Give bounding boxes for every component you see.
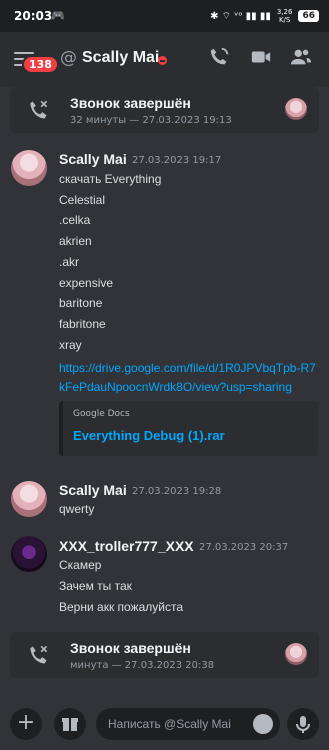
message-line: akrien <box>59 234 92 248</box>
embed-title[interactable]: Everything Debug (1).rar <box>73 428 225 443</box>
at-icon: @ <box>60 48 77 68</box>
message-line: baritone <box>59 296 103 310</box>
message-input[interactable]: Написать @Scally Mai <box>96 708 280 740</box>
avatar[interactable] <box>11 150 47 186</box>
message-line: скачать Everything <box>59 172 162 186</box>
avatar[interactable] <box>11 536 47 572</box>
voice-call-icon[interactable] <box>208 46 230 68</box>
message-composer: + Написать @Scally Mai <box>0 700 329 750</box>
message-author[interactable]: XXX_troller777_XXX <box>59 538 194 554</box>
message-line: .celka <box>59 213 91 227</box>
call-ended-card: Звонок завершён 32 минуты — 27.03.2023 1… <box>10 87 319 133</box>
message-link[interactable]: https://drive.google.com/file/d/1R0JPVbq… <box>59 359 319 397</box>
emoji-icon[interactable] <box>253 714 273 734</box>
battery-icon: 66 <box>298 10 319 22</box>
message-line: xray <box>59 338 82 352</box>
message-line: Celestial <box>59 193 106 207</box>
message-timestamp: 27.03.2023 20:37 <box>199 542 289 553</box>
notification-badge: 138 <box>22 55 59 74</box>
message-line: Зачем ты так <box>59 579 132 593</box>
message-line: expensive <box>59 276 114 290</box>
plus-icon[interactable]: + <box>10 708 42 740</box>
avatar <box>285 643 307 665</box>
message-author[interactable]: Scally Mai <box>59 482 127 498</box>
channel-header: 138 @ Scally Mai <box>0 32 329 87</box>
call-ended-icon <box>30 645 48 664</box>
call-ended-card: Звонок завершён минута — 27.03.2023 20:3… <box>10 632 319 678</box>
avatar <box>285 98 307 120</box>
call-title: Звонок завершён <box>70 640 191 656</box>
signal-icons: ✱ ⌔ ᵛᵒ ▮▮ ▮▮ <box>210 10 271 22</box>
video-call-icon[interactable] <box>250 46 272 68</box>
microphone-icon[interactable] <box>287 708 319 740</box>
message-line: Скамер <box>59 558 102 572</box>
link-embed: Google Docs Everything Debug (1).rar <box>59 401 318 456</box>
message-timestamp: 27.03.2023 19:17 <box>132 155 222 166</box>
status-icons: ✱ ⌔ ᵛᵒ ▮▮ ▮▮ 3,26 K/S 66 <box>210 8 319 24</box>
dnd-status-icon <box>158 56 167 65</box>
embed-provider: Google Docs <box>73 409 130 419</box>
network-speed: 3,26 K/S <box>276 8 293 24</box>
call-title: Звонок завершён <box>70 95 191 111</box>
message-input-placeholder: Написать @Scally Mai <box>108 717 231 731</box>
status-bar: 20:03 🎮 ✱ ⌔ ᵛᵒ ▮▮ ▮▮ 3,26 K/S 66 <box>0 0 329 32</box>
message-timestamp: 27.03.2023 19:28 <box>132 486 222 497</box>
members-icon[interactable] <box>290 46 312 68</box>
message-line: fabritone <box>59 317 106 331</box>
gift-icon[interactable] <box>54 708 86 740</box>
gamepad-icon: 🎮 <box>51 9 65 22</box>
call-ended-icon <box>30 100 48 119</box>
message-line: qwerty <box>59 502 95 516</box>
call-subtitle: 32 минуты — 27.03.2023 19:13 <box>70 115 232 126</box>
channel-title[interactable]: Scally Mai <box>82 49 159 67</box>
call-subtitle: минута — 27.03.2023 20:38 <box>70 660 215 671</box>
message-line: Верни акк пожалуйста <box>59 600 184 614</box>
clock: 20:03 <box>14 9 53 23</box>
message-line: .akr <box>59 255 80 269</box>
message-author[interactable]: Scally Mai <box>59 151 127 167</box>
avatar[interactable] <box>11 481 47 517</box>
